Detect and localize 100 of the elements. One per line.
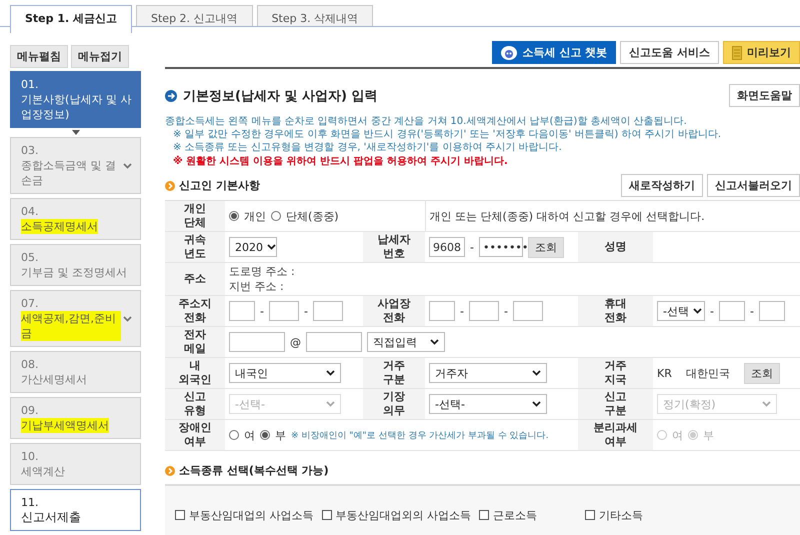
select-field[interactable]: -선택 bbox=[657, 301, 705, 321]
select-field[interactable]: 2020 bbox=[229, 237, 277, 257]
radio-label: 여 bbox=[672, 428, 683, 442]
field-label: 개인 단체 bbox=[165, 200, 225, 232]
field-label: 성명 bbox=[578, 232, 653, 262]
field-label: 사업장 전화 bbox=[363, 296, 425, 326]
toolbar-button[interactable]: 소득세 신고 챗봇 bbox=[492, 41, 616, 64]
step-label: 기부금 및 조정명세서 bbox=[21, 265, 128, 280]
address-line: 지번 주소 : bbox=[229, 279, 285, 294]
sidebar-item[interactable]: 01. 기본사항(납세자 및 사업장정보) bbox=[10, 71, 141, 128]
note-text: ※ 비장애인이 "예"로 선택한 경우 가산세가 부과될 수 있습니다. bbox=[291, 430, 549, 442]
chevron-down-icon bbox=[326, 370, 335, 376]
input-field[interactable]: 9608 bbox=[429, 237, 465, 257]
input-field[interactable] bbox=[312, 301, 343, 321]
input-field[interactable] bbox=[229, 332, 285, 352]
section-title: 소득종류 선택(복수선택 가능) bbox=[179, 463, 329, 478]
field-label: 전자 메일 bbox=[165, 326, 225, 358]
dash-text: - bbox=[504, 304, 508, 318]
select-field[interactable]: 내국인 bbox=[229, 363, 341, 383]
at-sign: @ bbox=[290, 336, 301, 348]
step-label: 기납부세액명세서 bbox=[21, 418, 109, 433]
action-button[interactable]: 새로작성하기 bbox=[621, 174, 703, 197]
sidebar-item[interactable]: 08. 가산세명세서 bbox=[10, 351, 141, 393]
sidebar-item[interactable]: 09. 기납부세액명세서 bbox=[10, 397, 141, 439]
step-number: 04. bbox=[21, 204, 40, 219]
toolbar-button[interactable]: 미리보기 bbox=[723, 41, 800, 64]
field-label: 납세자 번호 bbox=[363, 232, 425, 262]
document-icon bbox=[732, 46, 742, 60]
sidebar-item[interactable]: 05. 기부금 및 조정명세서 bbox=[10, 244, 141, 286]
step-label: 신고서제출 bbox=[21, 510, 82, 525]
checkbox[interactable] bbox=[175, 510, 185, 520]
notice-text: 종합소득세는 왼쪽 메뉴를 순차로 입력하면서 중간 계산을 거쳐 10.세액계산에서 납부(환급)할 총세액이 산출됩니다. bbox=[165, 115, 688, 128]
field-label: 귀속 년도 bbox=[165, 232, 225, 262]
country-code: KR bbox=[657, 366, 672, 380]
help-button[interactable]: 화면도움말 bbox=[729, 84, 800, 107]
chevron-down-icon bbox=[532, 401, 541, 407]
chevron-down-icon bbox=[326, 401, 335, 407]
step-number: 01. bbox=[21, 77, 40, 92]
arrow-circle-icon bbox=[165, 180, 175, 190]
radio-button[interactable] bbox=[271, 211, 281, 221]
step-number: 07. bbox=[21, 296, 40, 311]
radio-button[interactable] bbox=[229, 211, 239, 221]
radio-label: 여 bbox=[244, 428, 255, 442]
input-field[interactable] bbox=[306, 332, 362, 352]
input-field[interactable] bbox=[229, 301, 255, 321]
checkbox-label: 부동산임대업의 사업소득 bbox=[189, 508, 314, 522]
input-field[interactable] bbox=[718, 301, 745, 321]
step-tab[interactable]: Step 2. 신고내역 bbox=[136, 5, 253, 26]
field-label: 분리과세 여부 bbox=[578, 420, 653, 450]
input-field[interactable] bbox=[429, 301, 455, 321]
dash-text: - bbox=[470, 240, 474, 254]
step-number: 03. bbox=[21, 143, 40, 158]
select-field[interactable]: -선택- bbox=[429, 394, 547, 414]
radio-button[interactable] bbox=[229, 430, 239, 440]
lookup-button[interactable]: 조회 bbox=[744, 362, 780, 384]
sidebar-item[interactable]: 04. 소득공제명세서 bbox=[10, 198, 141, 240]
step-label: 소득공제명세서 bbox=[21, 219, 98, 234]
step-tab[interactable]: Step 1. 세금신고 bbox=[10, 5, 132, 33]
select-field[interactable]: 거주자 bbox=[429, 363, 547, 383]
input-field[interactable] bbox=[758, 301, 785, 321]
chevron-down-icon bbox=[430, 339, 439, 345]
radio-label: 단체(종중) bbox=[286, 208, 339, 224]
arrow-circle-icon bbox=[165, 466, 175, 476]
sidebar-item[interactable]: 03. 종합소득금액 및 결손금 bbox=[10, 137, 141, 194]
dash-text: - bbox=[710, 304, 714, 318]
radio-label: 부 bbox=[275, 428, 286, 442]
notice-text: ※ 소득종류 또는 신고유형을 변경할 경우, '새로작성하기'를 이용하여 주시기 바랍니다. bbox=[172, 141, 563, 154]
checkbox-label: 부동산임대업외의 사업소득 bbox=[336, 508, 471, 522]
menu-button[interactable]: 메뉴펼침 bbox=[10, 45, 68, 68]
country-name: 대한민국 bbox=[686, 366, 730, 380]
action-button[interactable]: 신고서불러오기 bbox=[707, 174, 800, 197]
menu-button[interactable]: 메뉴접기 bbox=[71, 45, 129, 68]
input-field[interactable] bbox=[468, 301, 499, 321]
checkbox[interactable] bbox=[322, 510, 332, 520]
notice-text: ※ 원활한 시스템 이용을 위하여 반드시 팝업을 허용하여 주시기 바랍니다. bbox=[172, 155, 509, 168]
triangle-down-icon bbox=[72, 130, 80, 135]
chevron-down-icon bbox=[267, 244, 276, 250]
radio-button[interactable] bbox=[260, 430, 270, 440]
address-line: 도로명 주소 : bbox=[229, 264, 296, 279]
step-tab[interactable]: Step 3. 삭제내역 bbox=[256, 5, 374, 26]
checkbox[interactable] bbox=[585, 510, 595, 520]
section-title: 신고인 기본사항 bbox=[179, 178, 260, 193]
radio-label: 개인 bbox=[244, 208, 266, 224]
lookup-button[interactable]: 조회 bbox=[528, 236, 564, 258]
dash-text: - bbox=[460, 304, 464, 318]
step-label: 종합소득금액 및 결손금 bbox=[21, 158, 117, 188]
step-number: 05. bbox=[21, 250, 40, 265]
dash-text: - bbox=[260, 304, 264, 318]
input-field[interactable] bbox=[512, 301, 543, 321]
sidebar-item[interactable]: 07. 세액공제,감면,준비금 bbox=[10, 290, 141, 347]
select-field[interactable]: 직접입력 bbox=[367, 332, 445, 352]
checkbox[interactable] bbox=[479, 510, 489, 520]
step-label: 기본사항(납세자 및 사업장정보) bbox=[21, 92, 132, 122]
input-field[interactable] bbox=[268, 301, 299, 321]
toolbar-button[interactable]: 신고도움 서비스 bbox=[620, 41, 719, 64]
sidebar-item[interactable]: 11. 신고서제출 bbox=[10, 489, 141, 531]
sidebar-item[interactable]: 10. 세액계산 bbox=[10, 443, 141, 485]
dash-text: - bbox=[304, 304, 308, 318]
description-text: 개인 또는 단체(종중) 대하여 신고할 경우에 선택합니다. bbox=[430, 210, 705, 222]
field-label: 장애인 여부 bbox=[165, 420, 225, 450]
